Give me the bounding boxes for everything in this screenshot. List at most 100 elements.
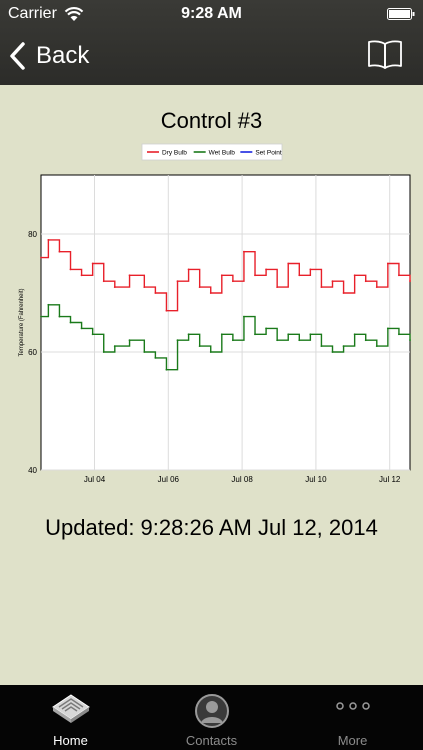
data-point xyxy=(298,274,301,277)
data-point xyxy=(176,339,179,342)
data-point xyxy=(47,303,50,306)
data-point xyxy=(265,268,267,271)
data-point xyxy=(80,327,83,330)
status-time: 9:28 AM xyxy=(181,5,242,22)
back-button[interactable]: Back xyxy=(8,36,89,76)
top-bar: Carrier 9:28 AM Back xyxy=(0,0,423,85)
plot-area xyxy=(40,174,411,471)
data-point xyxy=(298,339,301,342)
data-point xyxy=(154,357,157,359)
tab-home[interactable]: Home xyxy=(0,685,141,750)
data-point xyxy=(165,309,168,312)
legend-label: Set Point xyxy=(255,150,282,157)
data-point xyxy=(58,250,61,253)
page-title: Control #3 xyxy=(160,108,263,133)
tab-more-label: More xyxy=(337,733,368,748)
data-point xyxy=(80,274,83,277)
chart-svg: Dry Bulb Wet Bulb Set Point 40 60 80 Jul 04 J… xyxy=(19,143,411,484)
data-point xyxy=(276,339,279,342)
data-point xyxy=(143,351,146,353)
x-tick-label: Jul 10 xyxy=(305,475,327,484)
legend-label: Dry Bulb xyxy=(162,150,187,157)
tab-contacts-label: Contacts xyxy=(185,733,238,748)
back-label: Back xyxy=(36,42,90,69)
tab-bar: Home Contacts More xyxy=(0,685,423,750)
data-point xyxy=(320,345,323,347)
home-logo-icon xyxy=(51,694,90,723)
data-point xyxy=(58,315,61,318)
battery-icon xyxy=(387,8,415,20)
x-tick-label: Jul 08 xyxy=(231,475,253,484)
data-point xyxy=(386,262,389,265)
data-point xyxy=(243,315,245,318)
y-tick-label: 40 xyxy=(28,466,37,475)
more-dots-icon xyxy=(335,702,370,710)
data-point xyxy=(364,339,367,342)
book-icon[interactable] xyxy=(367,38,403,70)
data-point xyxy=(154,292,157,294)
data-point xyxy=(128,339,131,342)
data-point xyxy=(309,333,312,336)
data-point xyxy=(69,321,72,324)
x-tick-label: Jul 12 xyxy=(379,475,401,484)
data-point xyxy=(187,268,190,271)
temperature-chart: Dry Bulb Wet Bulb Set Point 40 60 80 Jul 04 J… xyxy=(0,138,423,490)
data-point xyxy=(353,333,356,336)
data-point xyxy=(386,327,389,330)
data-point xyxy=(231,339,234,342)
data-point xyxy=(209,351,212,353)
nav-bar: Back xyxy=(0,28,423,85)
y-tick-label: 80 xyxy=(28,230,37,239)
tab-contacts[interactable]: Contacts xyxy=(141,685,282,750)
x-tick-label: Jul 06 xyxy=(158,475,180,484)
data-point xyxy=(375,286,378,288)
data-point xyxy=(342,292,345,294)
data-point xyxy=(265,327,267,330)
data-point xyxy=(409,339,411,342)
data-point xyxy=(254,274,256,277)
data-point xyxy=(40,256,42,259)
data-point xyxy=(287,262,290,265)
data-point xyxy=(353,274,356,277)
data-point xyxy=(102,280,105,283)
data-point xyxy=(342,345,345,347)
data-point xyxy=(176,280,179,283)
data-point xyxy=(331,280,334,283)
data-point xyxy=(209,292,212,294)
data-point xyxy=(375,345,378,347)
data-point xyxy=(398,274,400,277)
tab-more[interactable]: More xyxy=(282,685,423,750)
data-point xyxy=(113,345,116,347)
data-point xyxy=(102,351,105,353)
data-point xyxy=(220,333,223,336)
y-tick-label: 60 xyxy=(28,348,37,357)
data-point xyxy=(243,250,245,253)
data-point xyxy=(40,315,42,318)
data-point xyxy=(165,368,168,371)
legend-label: Wet Bulb xyxy=(209,150,236,157)
data-point xyxy=(143,286,146,288)
data-point xyxy=(331,351,334,353)
data-point xyxy=(91,262,94,265)
y-axis-ticks: 40 60 80 xyxy=(28,230,37,475)
data-point xyxy=(128,274,131,277)
data-point xyxy=(198,286,201,288)
data-point xyxy=(254,333,256,336)
data-point xyxy=(91,333,94,336)
data-point xyxy=(398,333,400,336)
tab-home-label: Home xyxy=(53,733,88,748)
data-point xyxy=(69,268,72,271)
data-point xyxy=(320,286,323,288)
data-point xyxy=(47,239,50,241)
data-point xyxy=(220,274,223,277)
data-point xyxy=(113,286,116,288)
data-point xyxy=(409,280,411,283)
data-point xyxy=(198,345,201,347)
data-point xyxy=(276,286,279,288)
person-icon xyxy=(194,694,229,728)
x-tick-label: Jul 04 xyxy=(84,475,106,484)
data-point xyxy=(364,280,367,283)
updated-timestamp: Updated: 9:28:26 AM Jul 12, 2014 xyxy=(45,515,378,540)
y-axis-label: Temperature (Fahrenheit) xyxy=(19,288,25,356)
status-bar: Carrier 9:28 AM xyxy=(0,0,423,28)
